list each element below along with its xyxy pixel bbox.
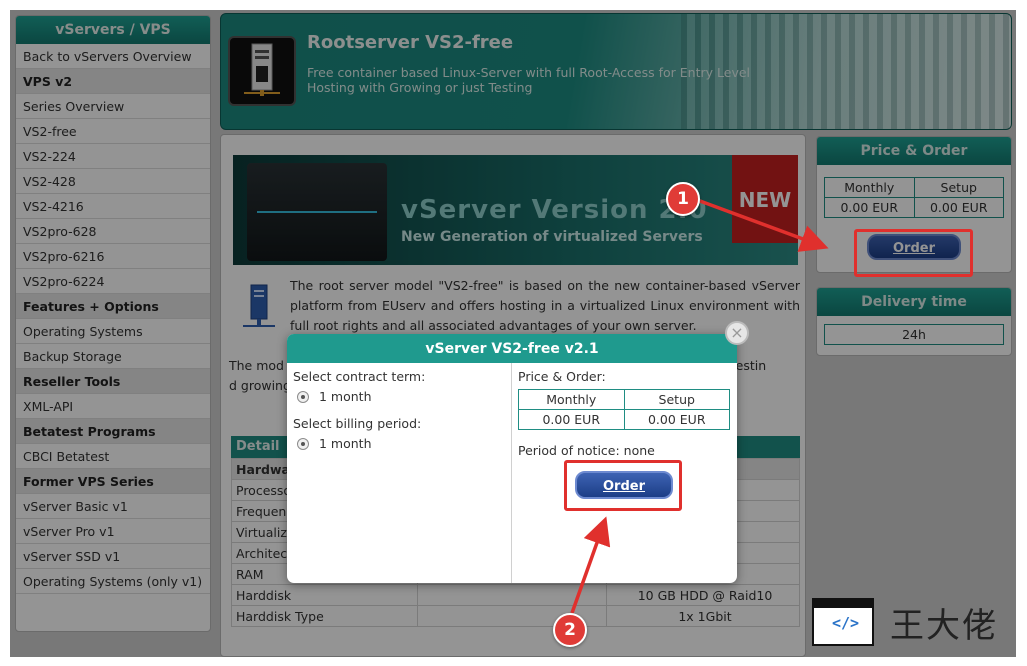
- contract-term-option[interactable]: 1 month: [297, 389, 511, 404]
- sidebar: vServers / VPS Back to vServers Overview…: [15, 15, 211, 632]
- sidebar-item[interactable]: VS2pro-6216: [16, 244, 210, 269]
- sidebar-section-heading: Features + Options: [16, 294, 210, 319]
- sidebar-section-heading: VPS v2: [16, 69, 210, 94]
- radio-selected-icon[interactable]: [297, 390, 309, 403]
- setup-price: 0.00 EUR: [913, 197, 1004, 218]
- sidebar-item[interactable]: Back to vServers Overview: [16, 44, 210, 69]
- delivery-time-value: 24h: [824, 324, 1004, 345]
- sidebar-item[interactable]: VS2pro-628: [16, 219, 210, 244]
- new-badge: NEW: [732, 155, 798, 243]
- billing-period-option[interactable]: 1 month: [297, 436, 511, 451]
- table-row: Harddisk Type 1x 1Gbit: [231, 605, 800, 627]
- price-order-title: Price & Order: [817, 137, 1011, 165]
- table-cell: Harddisk: [231, 584, 418, 606]
- sidebar-item[interactable]: vServer Basic v1: [16, 494, 210, 519]
- promo-banner: vServer Version 2.0 New Generation of vi…: [233, 155, 798, 265]
- banner-subtitle: New Generation of virtualized Servers: [401, 229, 703, 245]
- page-title: Rootserver VS2-free: [307, 32, 514, 53]
- server-tower-icon: [228, 36, 296, 106]
- sidebar-item[interactable]: VS2pro-6224: [16, 269, 210, 294]
- sidebar-item[interactable]: Operating Systems: [16, 319, 210, 344]
- sidebar-item[interactable]: VS2-4216: [16, 194, 210, 219]
- code-glyph: </>: [832, 614, 860, 632]
- highlight-box-order: [854, 229, 973, 277]
- sidebar-section-heading: Betatest Programs: [16, 419, 210, 444]
- sidebar-title: vServers / VPS: [16, 16, 210, 44]
- table-cell: Harddisk Type: [231, 605, 418, 627]
- table-cell: [417, 584, 607, 606]
- modal-title: vServer VS2-free v2.1: [287, 334, 737, 363]
- contract-term-value: 1 month: [319, 389, 372, 404]
- sidebar-item[interactable]: XML-API: [16, 394, 210, 419]
- page-header: Rootserver VS2-free Free container based…: [220, 13, 1012, 130]
- sidebar-item[interactable]: Backup Storage: [16, 344, 210, 369]
- step-badge-2: 2: [553, 613, 587, 647]
- watermark-logo: </> 王大佬: [812, 596, 1012, 648]
- sidebar-item[interactable]: CBCI Betatest: [16, 444, 210, 469]
- delivery-time-title: Delivery time: [817, 288, 1011, 316]
- watermark-text: 王大佬: [890, 605, 998, 646]
- monthly-price: 0.00 EUR: [518, 409, 625, 430]
- table-row: Harddisk 10 GB HDD @ Raid10: [231, 584, 800, 606]
- radio-selected-icon[interactable]: [297, 437, 309, 450]
- description-paragraph: The root server model "VS2-free" is base…: [290, 278, 800, 333]
- highlight-box-modal-order: [564, 460, 682, 511]
- sidebar-item[interactable]: VS2-224: [16, 144, 210, 169]
- modal-close-button[interactable]: ×: [725, 321, 749, 345]
- delivery-time-panel: Delivery time 24h: [816, 287, 1012, 356]
- table-cell: 1x 1Gbit: [606, 605, 800, 627]
- monthly-header: Monthly: [824, 177, 915, 198]
- setup-header: Setup: [623, 389, 730, 410]
- page-subtitle: Free container based Linux-Server with f…: [307, 65, 751, 95]
- notice-period: Period of notice: none: [518, 443, 655, 458]
- sidebar-item[interactable]: VS2-free: [16, 119, 210, 144]
- server-image: [247, 163, 387, 261]
- table-cell: 10 GB HDD @ Raid10: [606, 584, 800, 606]
- sidebar-item[interactable]: vServer Pro v1: [16, 519, 210, 544]
- price-table: Monthly Setup 0.00 EUR 0.00 EUR: [824, 177, 1004, 218]
- banner-title: vServer Version 2.0: [401, 195, 708, 225]
- code-window-icon: </>: [812, 598, 874, 646]
- sidebar-item[interactable]: Series Overview: [16, 94, 210, 119]
- price-order-label: Price & Order:: [518, 369, 606, 384]
- sidebar-item[interactable]: Operating Systems (only v1): [16, 569, 210, 594]
- monthly-header: Monthly: [518, 389, 625, 410]
- order-modal: vServer VS2-free v2.1 Select contract te…: [287, 334, 737, 583]
- billing-period-value: 1 month: [319, 436, 372, 451]
- sidebar-section-heading: Former VPS Series: [16, 469, 210, 494]
- setup-price: 0.00 EUR: [623, 409, 730, 430]
- sidebar-item[interactable]: vServer SSD v1: [16, 544, 210, 569]
- contract-term-label: Select contract term:: [293, 369, 426, 384]
- monthly-price: 0.00 EUR: [824, 197, 915, 218]
- server-icon: [239, 283, 279, 331]
- modal-price-table: Monthly Setup 0.00 EUR 0.00 EUR: [518, 389, 730, 430]
- setup-header: Setup: [913, 177, 1004, 198]
- sidebar-list: Back to vServers Overview VPS v2 Series Ov…: [16, 44, 210, 594]
- step-badge-1: 1: [666, 182, 700, 216]
- sidebar-item[interactable]: VS2-428: [16, 169, 210, 194]
- sidebar-section-heading: Reseller Tools: [16, 369, 210, 394]
- modal-options: Select contract term: 1 month Select bil…: [287, 363, 512, 583]
- billing-period-label: Select billing period:: [293, 416, 422, 431]
